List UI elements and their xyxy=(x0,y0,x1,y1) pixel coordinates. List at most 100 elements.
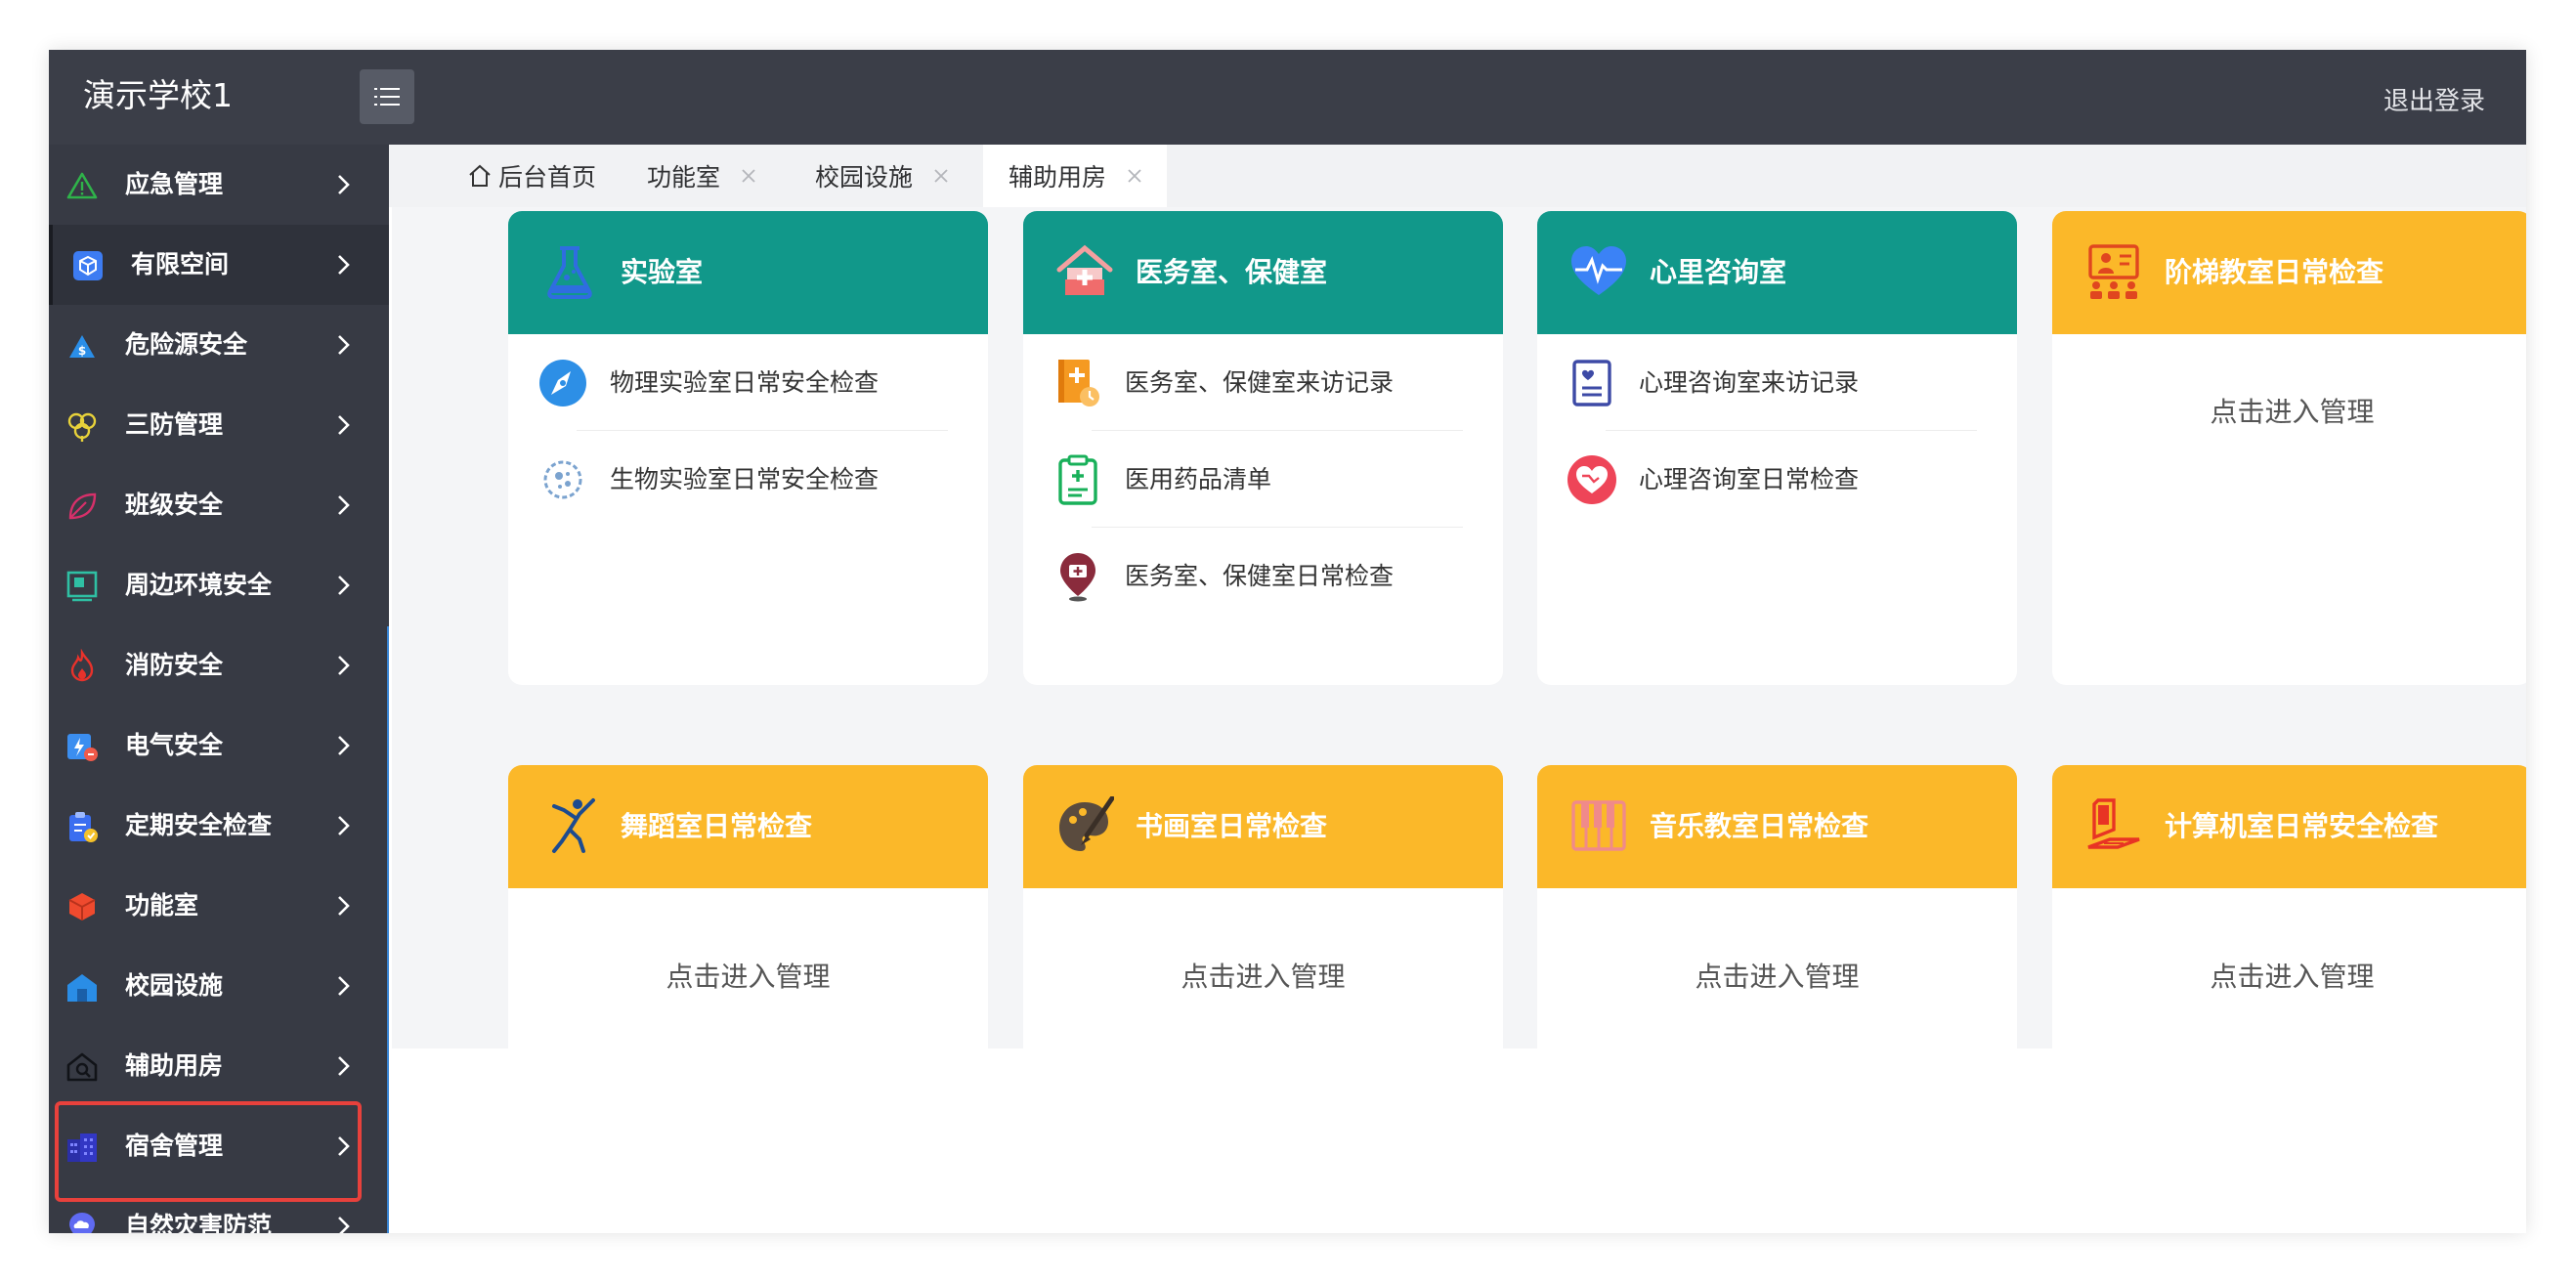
medical-pin-icon xyxy=(1060,553,1095,602)
enter-management-link[interactable]: 点击进入管理 xyxy=(1537,956,2017,995)
card-link-label: 心理咨询室来访记录 xyxy=(1639,368,1860,397)
tab-label: 校园设施 xyxy=(815,163,914,192)
sidebar-item-label: 宿舍管理 xyxy=(125,1132,224,1160)
card-link-biology-lab-check[interactable]: 生物实验室日常安全检查 xyxy=(537,431,958,528)
card-dance-room[interactable]: 舞蹈室日常检查 点击进入管理 xyxy=(508,765,988,1060)
computer-icon xyxy=(2087,798,2140,849)
card-computer-room[interactable]: 计算机室日常安全检查 点击进入管理 xyxy=(2052,765,2526,1060)
sidebar-item-label: 应急管理 xyxy=(125,170,224,198)
svg-text:$: $ xyxy=(78,344,86,358)
card-header: 心里咨询室 xyxy=(1537,211,2017,334)
card-painting-room[interactable]: 书画室日常检查 点击进入管理 xyxy=(1023,765,1503,1060)
card-title: 音乐教室日常检查 xyxy=(1650,810,1869,842)
card-link-physics-lab-check[interactable]: 物理实验室日常安全检查 xyxy=(537,334,958,431)
clinic-icon xyxy=(1056,244,1113,295)
card-link-label: 医务室、保健室来访记录 xyxy=(1125,368,1395,397)
menu-toggle-button[interactable] xyxy=(360,69,414,124)
chevron-right-icon xyxy=(338,175,350,194)
tab-label: 功能室 xyxy=(647,163,721,192)
tab-function-room[interactable]: 功能室 xyxy=(647,145,759,207)
close-icon[interactable] xyxy=(738,165,759,187)
enter-management-link[interactable]: 点击进入管理 xyxy=(1023,956,1503,995)
logout-link[interactable]: 退出登录 xyxy=(2383,50,2485,153)
sidebar-item-fire-safety[interactable]: 消防安全 xyxy=(49,625,389,706)
cell-icon xyxy=(543,460,582,499)
house-search-icon xyxy=(66,1052,98,1082)
card-title: 书画室日常检查 xyxy=(1136,810,1328,842)
sidebar-item-three-defense[interactable]: 三防管理 xyxy=(49,385,389,465)
chevron-right-icon xyxy=(338,495,350,515)
clipboard-check-icon xyxy=(69,812,98,842)
close-icon[interactable] xyxy=(930,165,952,187)
chevron-right-icon xyxy=(338,896,350,916)
chevron-right-icon xyxy=(338,415,350,435)
sidebar-item-label: 校园设施 xyxy=(125,971,224,1000)
sidebar-item-class-safety[interactable]: 班级安全 xyxy=(49,465,389,545)
palette-brush-icon xyxy=(1059,796,1114,851)
sidebar-item-label: 电气安全 xyxy=(125,731,224,759)
sidebar-item-confined-space[interactable]: 有限空间 xyxy=(49,225,389,305)
card-header: 书画室日常检查 xyxy=(1023,765,1503,888)
shield-flower-icon xyxy=(67,412,97,442)
medical-clipboard-icon xyxy=(1058,454,1097,505)
piano-keys-icon xyxy=(1571,800,1626,851)
sidebar-item-label: 班级安全 xyxy=(125,491,224,519)
monitor-icon xyxy=(66,571,98,602)
sidebar-item-natural-disaster[interactable]: 自然灾害防范 xyxy=(49,1186,389,1233)
tab-auxiliary-rooms[interactable]: 辅助用房 xyxy=(983,145,1167,207)
card-link-medicine-list[interactable]: 医用药品清单 xyxy=(1052,431,1473,528)
box-icon xyxy=(68,893,96,920)
chevron-right-icon xyxy=(338,736,350,755)
sidebar-item-campus-facilities[interactable]: 校园设施 xyxy=(49,946,389,1026)
card-link-label: 医务室、保健室日常检查 xyxy=(1125,562,1395,590)
tab-bar: 后台首页 功能室 校园设施 辅助用房 xyxy=(389,145,2526,207)
flask-icon xyxy=(547,246,592,299)
tab-label: 辅助用房 xyxy=(1009,163,1107,192)
tab-campus-facilities[interactable]: 校园设施 xyxy=(815,145,952,207)
card-header: 医务室、保健室 xyxy=(1023,211,1503,334)
sidebar-item-label: 辅助用房 xyxy=(125,1051,224,1080)
sidebar-item-emergency[interactable]: 应急管理 xyxy=(49,145,389,225)
heartbeat-icon xyxy=(1571,246,1626,295)
sidebar-item-dormitory[interactable]: 宿舍管理 xyxy=(49,1106,389,1186)
card-header: 实验室 xyxy=(508,211,988,334)
sidebar-item-function-room[interactable]: 功能室 xyxy=(49,866,389,946)
enter-management-link[interactable]: 点击进入管理 xyxy=(2052,391,2526,430)
card-header: 舞蹈室日常检查 xyxy=(508,765,988,888)
sidebar-item-label: 消防安全 xyxy=(125,651,224,679)
chevron-right-icon xyxy=(338,1056,350,1076)
card-title: 舞蹈室日常检查 xyxy=(621,810,813,842)
card-link-label: 生物实验室日常安全检查 xyxy=(610,465,880,493)
sidebar-item-label: 自然灾害防范 xyxy=(125,1212,273,1233)
electric-icon xyxy=(67,734,98,761)
sidebar-item-electric-safety[interactable]: 电气安全 xyxy=(49,706,389,786)
close-icon[interactable] xyxy=(1124,165,1145,187)
card-link-counseling-daily-check[interactable]: 心理咨询室日常检查 xyxy=(1567,431,1987,528)
sidebar-item-auxiliary-rooms[interactable]: 辅助用房 xyxy=(49,1026,389,1106)
record-sheet-icon xyxy=(1572,360,1611,406)
tab-home[interactable]: 后台首页 xyxy=(389,145,622,207)
sidebar-item-periodic-check[interactable]: 定期安全检查 xyxy=(49,786,389,866)
card-link-clinic-daily-check[interactable]: 医务室、保健室日常检查 xyxy=(1052,528,1473,624)
lecture-hall-icon xyxy=(2088,244,2139,299)
chevron-right-icon xyxy=(338,976,350,996)
card-title: 阶梯教室日常检查 xyxy=(2165,256,2384,288)
flame-icon xyxy=(70,649,94,682)
home-icon xyxy=(469,164,491,187)
enter-management-link[interactable]: 点击进入管理 xyxy=(2052,956,2526,995)
card-lecture-hall[interactable]: 阶梯教室日常检查 点击进入管理 xyxy=(2052,211,2526,685)
card-music-room[interactable]: 音乐教室日常检查 点击进入管理 xyxy=(1537,765,2017,1060)
card-link-label: 医用药品清单 xyxy=(1125,465,1272,493)
card-link-clinic-visit-record[interactable]: 医务室、保健室来访记录 xyxy=(1052,334,1473,431)
chevron-right-icon xyxy=(338,335,350,355)
sidebar-item-surroundings[interactable]: 周边环境安全 xyxy=(49,545,389,625)
sidebar-item-hazard[interactable]: $ 危险源安全 xyxy=(49,305,389,385)
chevron-right-icon xyxy=(338,1217,350,1233)
card-header: 计算机室日常安全检查 xyxy=(2052,765,2526,888)
card-link-counseling-visit-record[interactable]: 心理咨询室来访记录 xyxy=(1567,334,1987,431)
card-title: 计算机室日常安全检查 xyxy=(2165,810,2439,842)
cube-icon xyxy=(73,251,103,280)
sidebar-item-label: 定期安全检查 xyxy=(125,811,273,839)
card-title: 医务室、保健室 xyxy=(1136,256,1328,288)
enter-management-link[interactable]: 点击进入管理 xyxy=(508,956,988,995)
